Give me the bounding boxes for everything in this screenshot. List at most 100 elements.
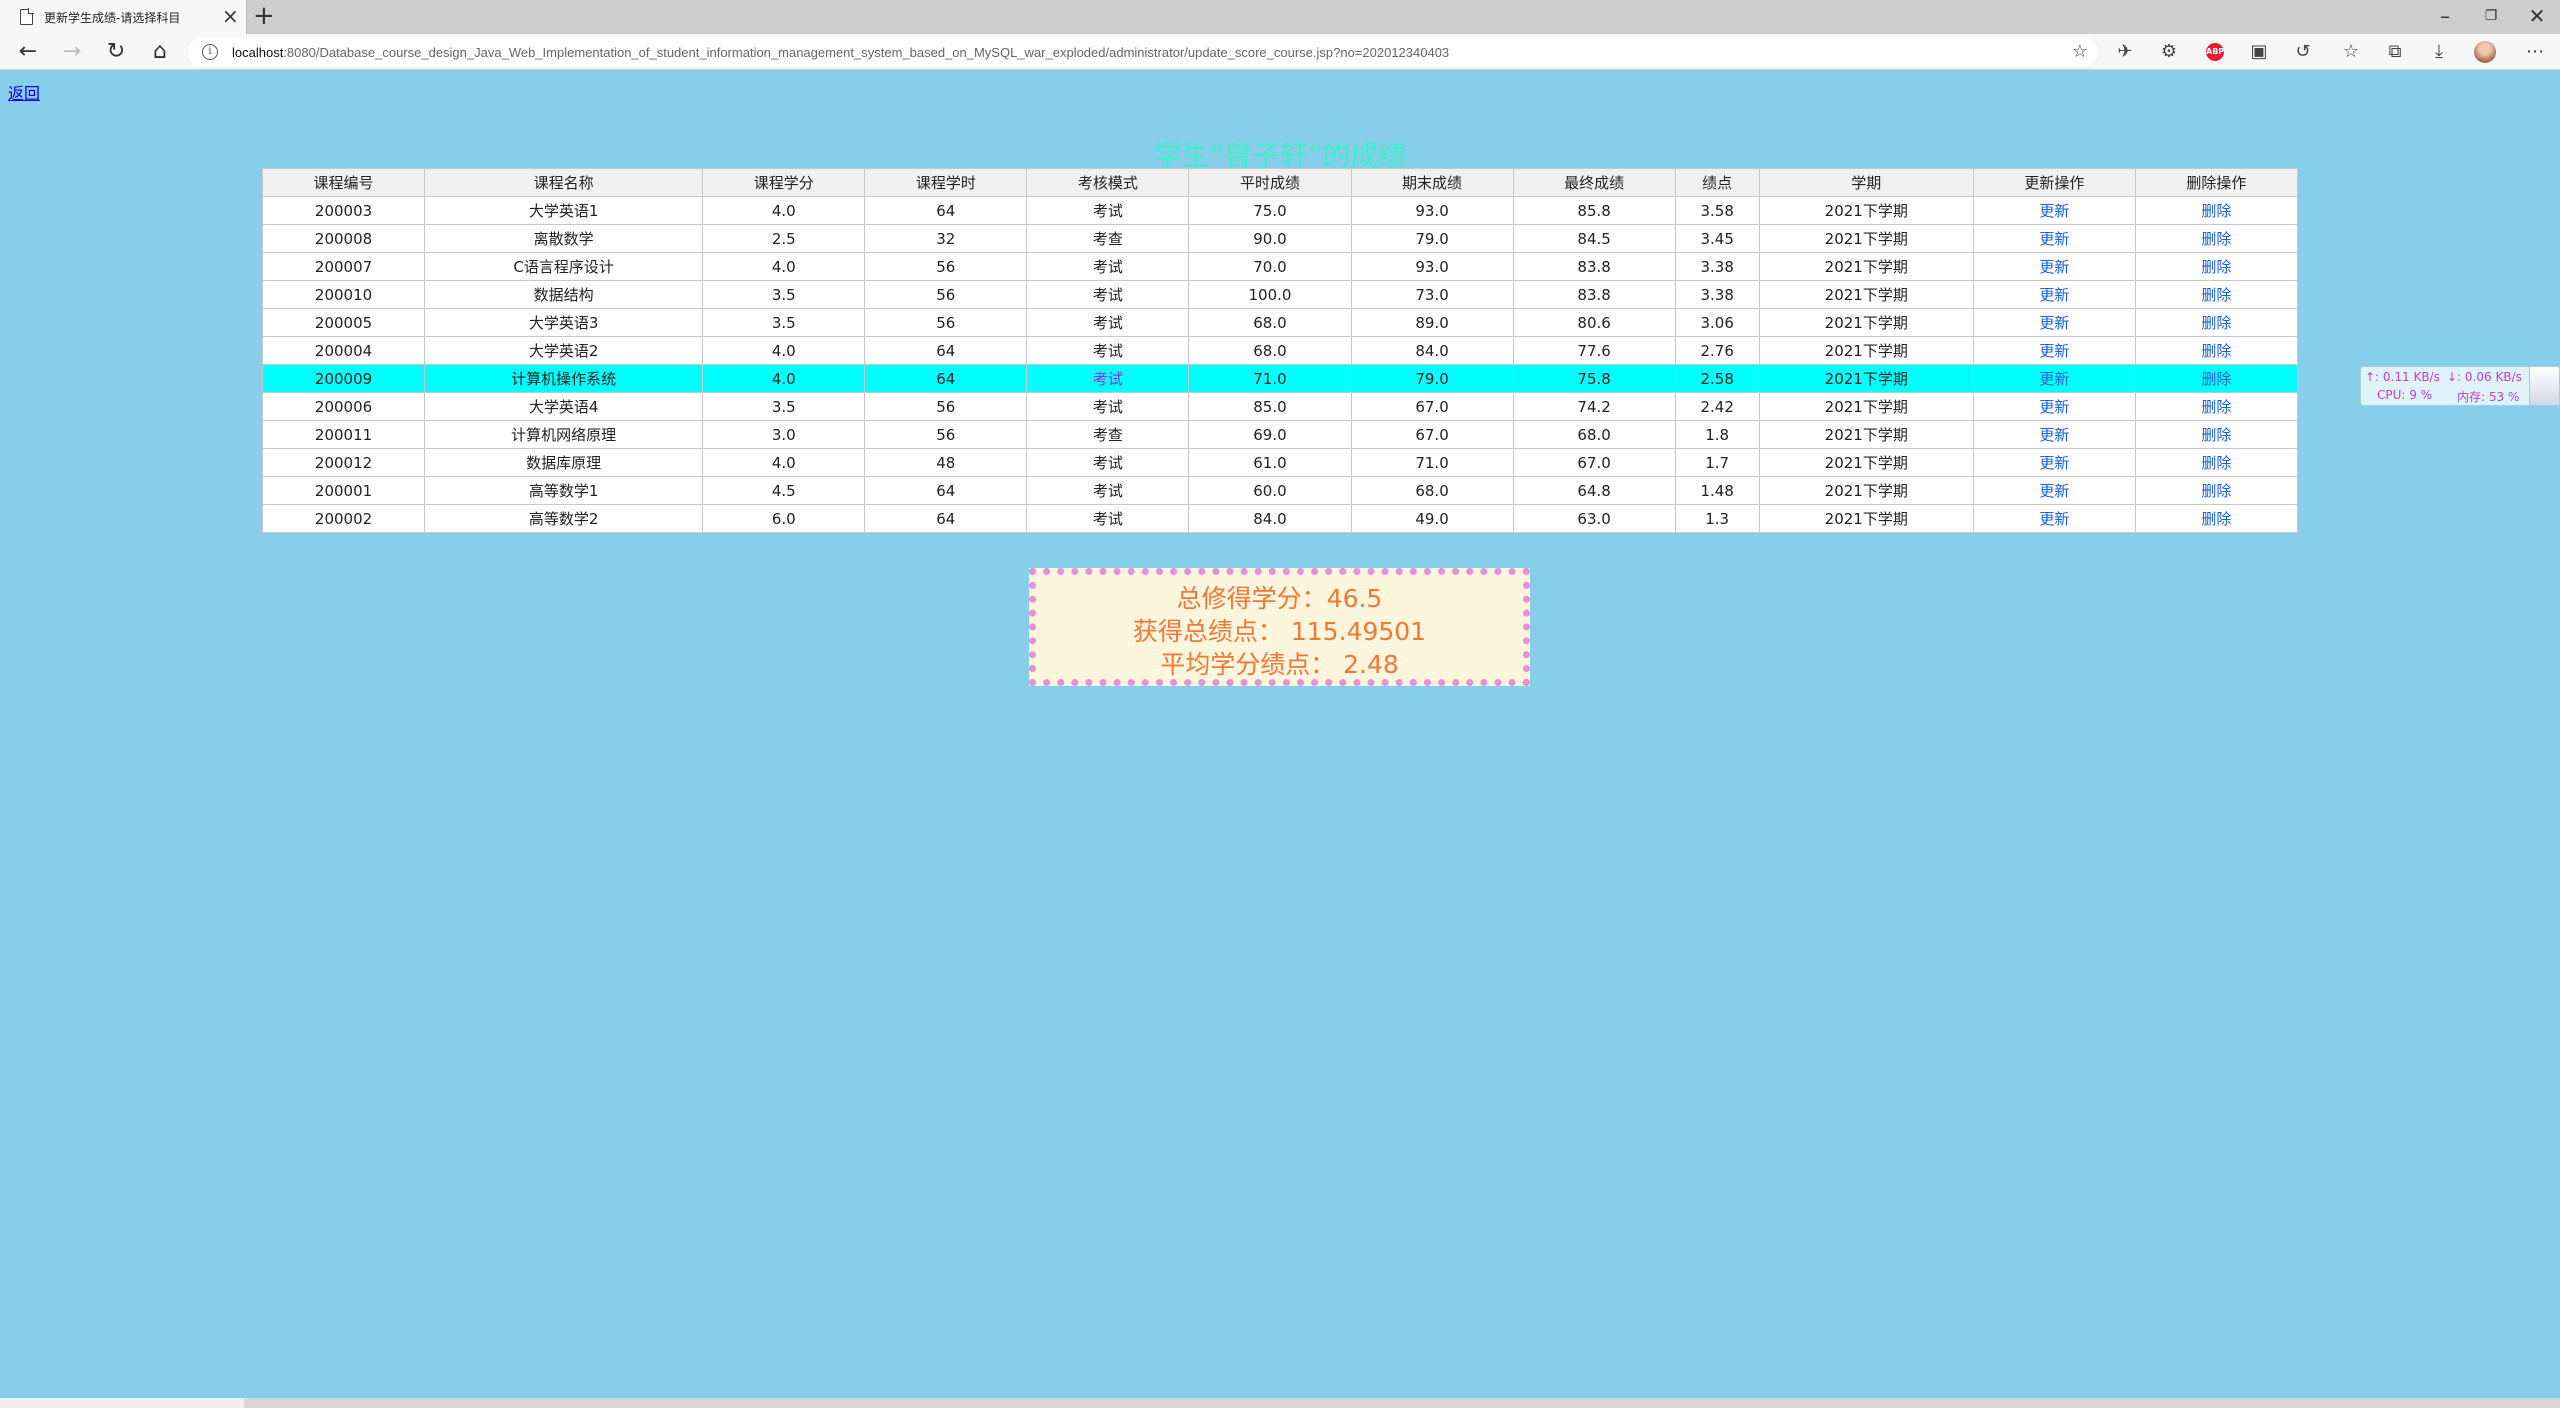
column-header: 期末成绩 <box>1350 168 1514 197</box>
update-link[interactable]: 更新 <box>2039 258 2069 276</box>
course-name-cell: 大学英语1 <box>424 196 704 225</box>
update-link[interactable]: 更新 <box>2039 286 2069 304</box>
menu-icon[interactable]: ⋯ <box>2520 39 2550 65</box>
update-link[interactable]: 更新 <box>2039 426 2069 444</box>
final-exam-cell: 84.0 <box>1350 336 1514 365</box>
assessment-mode-cell: 考试 <box>1026 364 1190 393</box>
downloads-icon[interactable]: ⤓ <box>2424 39 2454 65</box>
collections-icon[interactable]: ▣ <box>2244 39 2274 65</box>
minimize-icon[interactable]: – <box>2422 2 2468 30</box>
delete-cell: 删除 <box>2134 420 2299 449</box>
delete-link[interactable]: 删除 <box>2201 230 2231 248</box>
address-bar[interactable]: i localhost:8080/Database_course_design_… <box>188 37 2098 67</box>
course-name-cell: 计算机操作系统 <box>424 364 704 393</box>
refresh-extension-icon[interactable]: ↺ <box>2288 39 2318 65</box>
netspeed-widget[interactable]: ↑: 0.11 KB/s ↓: 0.06 KB/s CPU: 9 % 内存: 5… <box>2360 366 2560 406</box>
settings-extension-icon[interactable]: ⚙ <box>2154 39 2184 65</box>
reload-icon[interactable]: ↻ <box>100 38 132 66</box>
term-cell: 2021下学期 <box>1758 364 1974 393</box>
active-tab[interactable]: 更新学生成绩-请选择科目 × <box>0 0 247 34</box>
delete-link[interactable]: 删除 <box>2201 370 2231 388</box>
delete-cell: 删除 <box>2134 224 2299 253</box>
summary-box: 总修得学分：46.5 获得总绩点： 115.49501 平均学分绩点： 2.48 <box>1029 568 1530 686</box>
final-score-cell: 83.8 <box>1512 252 1676 281</box>
course-id-cell: 200010 <box>261 280 426 309</box>
upload-speed: ↑: 0.11 KB/s <box>2365 370 2440 384</box>
update-link[interactable]: 更新 <box>2039 454 2069 472</box>
table-row: 200002 高等数学2 6.0 64 考试 84.0 49.0 63.0 1.3 2021下学期… <box>261 504 2299 533</box>
delete-link[interactable]: 删除 <box>2201 258 2231 276</box>
total-credit-text: 总修得学分：46.5 <box>1176 584 1383 613</box>
delete-link[interactable]: 删除 <box>2201 342 2231 360</box>
close-tab-icon[interactable]: × <box>222 4 239 28</box>
assessment-mode-cell: 考试 <box>1026 196 1190 225</box>
close-window-icon[interactable]: ✕ <box>2514 2 2560 30</box>
gpa-cell: 2.58 <box>1674 364 1760 393</box>
credit-cell: 4.0 <box>702 336 866 365</box>
url-text[interactable]: localhost:8080/Database_course_design_Ja… <box>232 45 1449 60</box>
back-link[interactable]: 返回 <box>8 80 40 104</box>
update-link[interactable]: 更新 <box>2039 510 2069 528</box>
term-cell: 2021下学期 <box>1758 196 1974 225</box>
course-name-cell: 高等数学1 <box>424 476 704 505</box>
update-link[interactable]: 更新 <box>2039 202 2069 220</box>
delete-link[interactable]: 删除 <box>2201 314 2231 332</box>
final-exam-cell: 49.0 <box>1350 504 1514 533</box>
term-cell: 2021下学期 <box>1758 224 1974 253</box>
update-link[interactable]: 更新 <box>2039 342 2069 360</box>
gpa-cell: 1.3 <box>1674 504 1760 533</box>
delete-link[interactable]: 删除 <box>2201 426 2231 444</box>
term-cell: 2021下学期 <box>1758 280 1974 309</box>
final-score-cell: 83.8 <box>1512 280 1676 309</box>
usual-score-cell: 68.0 <box>1188 308 1352 337</box>
delete-link[interactable]: 删除 <box>2201 482 2231 500</box>
assessment-mode-cell: 考试 <box>1026 336 1190 365</box>
table-row: 200005 大学英语3 3.5 56 考试 68.0 89.0 80.6 3.06 2021下学… <box>261 308 2299 337</box>
home-icon[interactable]: ⌂ <box>144 38 176 66</box>
course-id-cell: 200004 <box>261 336 426 365</box>
table-row: 200001 高等数学1 4.5 64 考试 60.0 68.0 64.8 1.48 2021下学… <box>261 476 2299 505</box>
restore-icon[interactable]: ❐ <box>2468 2 2514 30</box>
back-arrow-icon[interactable]: ← <box>12 38 44 66</box>
course-id-cell: 200002 <box>261 504 426 533</box>
delete-link[interactable]: 删除 <box>2201 510 2231 528</box>
final-score-cell: 64.8 <box>1512 476 1676 505</box>
column-header: 平时成绩 <box>1188 168 1352 197</box>
column-header: 课程学时 <box>864 168 1028 197</box>
update-link[interactable]: 更新 <box>2039 370 2069 388</box>
credit-cell: 3.5 <box>702 308 866 337</box>
adblock-icon[interactable]: ABP <box>2206 43 2224 61</box>
delete-link[interactable]: 删除 <box>2201 286 2231 304</box>
tab-actions-icon[interactable]: ⧉ <box>2380 39 2410 65</box>
usual-score-cell: 70.0 <box>1188 252 1352 281</box>
hours-cell: 64 <box>864 336 1028 365</box>
column-header: 删除操作 <box>2134 168 2299 197</box>
course-id-cell: 200009 <box>261 364 426 393</box>
update-link[interactable]: 更新 <box>2039 398 2069 416</box>
delete-cell: 删除 <box>2134 392 2299 421</box>
update-link[interactable]: 更新 <box>2039 314 2069 332</box>
hours-cell: 32 <box>864 224 1028 253</box>
update-link[interactable]: 更新 <box>2039 230 2069 248</box>
gpa-cell: 1.7 <box>1674 448 1760 477</box>
info-icon[interactable]: i <box>202 44 218 60</box>
forward-arrow-icon[interactable]: → <box>56 38 88 66</box>
gpa-cell: 3.38 <box>1674 252 1760 281</box>
gpa-cell: 3.58 <box>1674 196 1760 225</box>
total-gpa-text: 获得总绩点： 115.49501 <box>1132 617 1427 646</box>
delete-link[interactable]: 删除 <box>2201 202 2231 220</box>
course-id-cell: 200005 <box>261 308 426 337</box>
new-tab-icon[interactable]: + <box>253 2 275 30</box>
favorites-icon[interactable]: ☆ <box>2336 39 2366 65</box>
delete-link[interactable]: 删除 <box>2201 398 2231 416</box>
extension-icon[interactable]: ✈ <box>2110 39 2140 65</box>
profile-avatar[interactable] <box>2474 41 2496 63</box>
delete-link[interactable]: 删除 <box>2201 454 2231 472</box>
add-favorite-star-icon[interactable]: ☆ <box>2072 41 2088 62</box>
update-link[interactable]: 更新 <box>2039 482 2069 500</box>
final-exam-cell: 67.0 <box>1350 392 1514 421</box>
final-score-cell: 63.0 <box>1512 504 1676 533</box>
average-gpa-text: 平均学分绩点： 2.48 <box>1160 650 1399 679</box>
course-id-cell: 200001 <box>261 476 426 505</box>
assessment-mode-cell: 考试 <box>1026 476 1190 505</box>
